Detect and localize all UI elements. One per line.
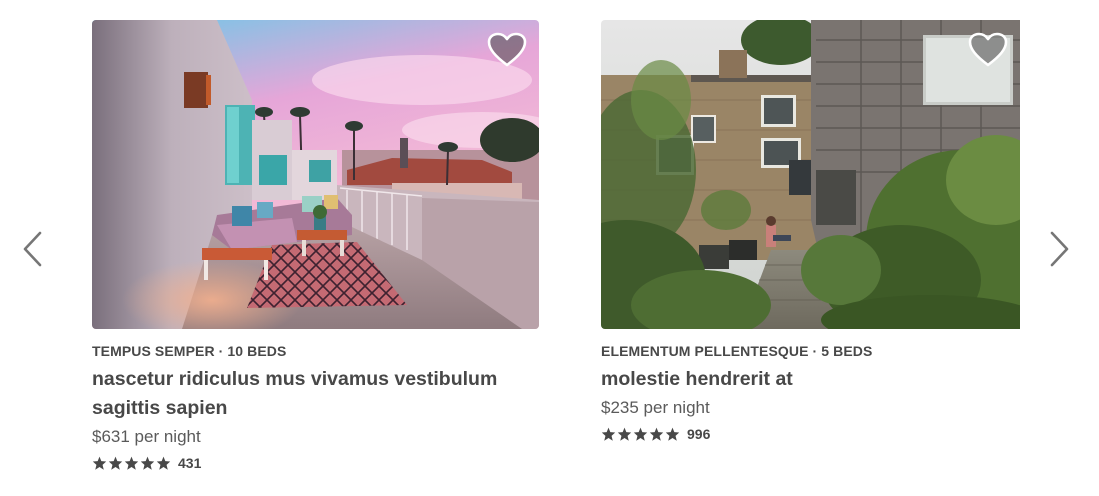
rooftop-patio-photo <box>92 20 539 329</box>
star-icon <box>601 427 616 441</box>
favorite-button[interactable] <box>968 32 1008 68</box>
review-count: 996 <box>687 426 711 442</box>
star-icon <box>92 456 107 470</box>
listing-carousel: TEMPUS SEMPER · 10 BEDS nascetur ridicul… <box>0 0 1099 496</box>
star-icon <box>649 427 664 441</box>
heart-icon <box>968 32 1008 67</box>
star-icon <box>617 427 632 441</box>
star-icon <box>633 427 648 441</box>
garden-courtyard-photo <box>601 20 1020 329</box>
review-count: 431 <box>178 455 202 471</box>
star-icon <box>156 456 171 470</box>
listing-card[interactable]: ELEMENTUM PELLENTESQUE · 5 BEDS molestie… <box>601 20 1020 444</box>
star-icon <box>124 456 139 470</box>
star-icon <box>108 456 123 470</box>
carousel-prev-button[interactable] <box>20 230 46 268</box>
favorite-button[interactable] <box>487 32 527 68</box>
chevron-right-icon <box>1050 231 1069 267</box>
heart-icon <box>487 32 527 67</box>
listing-kicker: ELEMENTUM PELLENTESQUE · 5 BEDS <box>601 343 873 359</box>
star-rating <box>601 427 680 441</box>
listing-price: $631 per night <box>92 427 201 446</box>
listing-photo[interactable] <box>92 20 539 329</box>
star-rating <box>92 456 171 470</box>
listing-photo[interactable] <box>601 20 1020 329</box>
listing-price: $235 per night <box>601 398 710 417</box>
listing-kicker: TEMPUS SEMPER · 10 BEDS <box>92 343 287 359</box>
listing-card[interactable]: TEMPUS SEMPER · 10 BEDS nascetur ridicul… <box>92 20 539 473</box>
listing-rating: 996 <box>601 424 1020 444</box>
carousel-next-button[interactable] <box>1046 230 1072 268</box>
star-icon <box>140 456 155 470</box>
listing-rating: 431 <box>92 453 539 473</box>
listing-title[interactable]: molestie hendrerit at <box>601 365 1020 394</box>
listing-title[interactable]: nascetur ridiculus mus vivamus vestibulu… <box>92 365 539 423</box>
star-icon <box>665 427 680 441</box>
chevron-left-icon <box>23 231 42 267</box>
